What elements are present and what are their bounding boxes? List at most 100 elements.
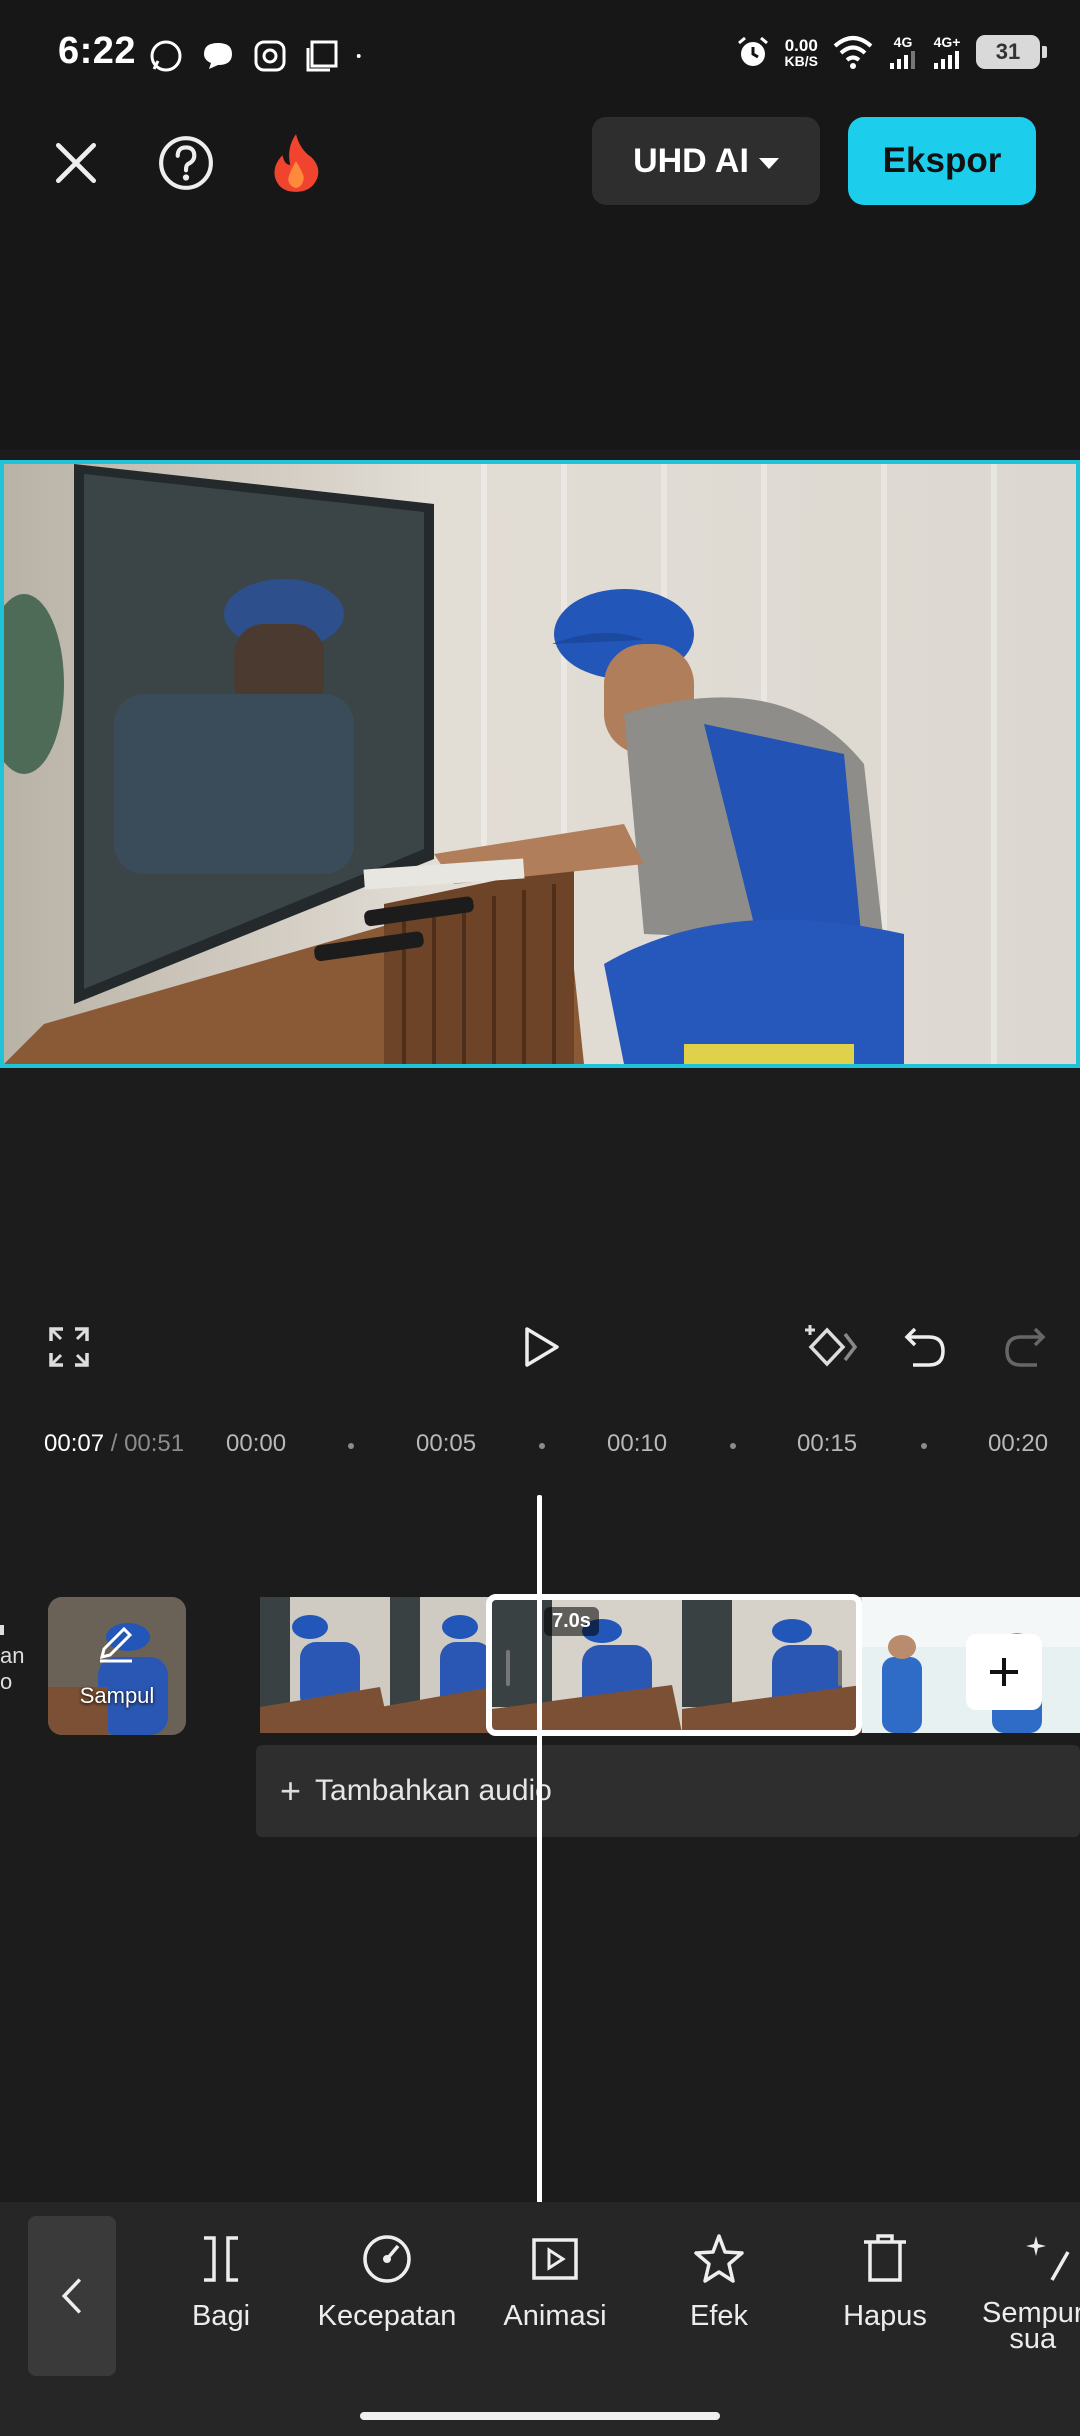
help-icon	[159, 136, 213, 190]
preview-controls	[0, 1300, 1080, 1395]
fire-icon	[274, 134, 319, 192]
delete-icon	[864, 2234, 906, 2282]
tool-speed[interactable]: Kecepatan	[302, 2232, 472, 2333]
system-status: 0.00 KB/S 4G 4G+ 31	[735, 34, 1047, 70]
tool-delete[interactable]: Hapus	[800, 2232, 970, 2333]
left-edge-label: an o	[0, 1625, 24, 1695]
play-button[interactable]	[506, 1312, 576, 1382]
undo-icon	[904, 1327, 945, 1367]
tool-enhance[interactable]: Sempur sua	[976, 2232, 1080, 2355]
tool-animation[interactable]: Animasi	[470, 2232, 640, 2333]
time-readout: 00:07 / 00:51	[44, 1430, 184, 1458]
back-button[interactable]	[28, 2216, 116, 2376]
tool-label: Efek	[689, 2300, 749, 2332]
trim-handle-right[interactable]	[838, 1650, 842, 1686]
left-edge-marker	[0, 1625, 4, 1635]
cover-image	[48, 1597, 186, 1735]
add-audio-label: Tambahkan audio	[315, 1774, 552, 1807]
signal-1: 4G	[888, 35, 918, 69]
battery-indicator: 31	[976, 35, 1047, 69]
tool-label: Sempur sua	[982, 2297, 1080, 2355]
signal-2: 4G+	[932, 35, 962, 69]
edit-pencil-icon	[99, 1626, 133, 1663]
dot-icon	[356, 54, 361, 58]
tool-label: Animasi	[503, 2300, 607, 2332]
video-track[interactable]: 7.0s	[260, 1594, 1080, 1736]
editor-header: UHD AI Ekspor	[0, 115, 1080, 210]
add-clip-button[interactable]	[966, 1634, 1042, 1710]
tick-label: 00:05	[416, 1430, 477, 1457]
net-speed-unit: KB/S	[784, 52, 818, 69]
cover-thumbnail[interactable]: Sampul	[48, 1597, 186, 1735]
playhead[interactable]	[537, 1495, 542, 2305]
help-button[interactable]	[156, 133, 216, 193]
close-icon	[55, 142, 97, 184]
plus-icon: +	[280, 1770, 302, 1811]
bottom-toolbar: Bagi Kecepatan Animasi Efek Hapus Sempur…	[0, 2202, 1080, 2436]
copy-icon	[306, 40, 338, 72]
tick-label: 00:20	[988, 1430, 1049, 1457]
animation-icon	[532, 2238, 578, 2280]
magic-icon	[1026, 2236, 1070, 2281]
tick-dot	[730, 1443, 736, 1449]
play-icon	[525, 1327, 559, 1367]
tick-label: 00:00	[226, 1430, 287, 1457]
instagram-icon	[254, 40, 286, 72]
fullscreen-icon	[49, 1327, 89, 1367]
split-icon	[204, 2236, 238, 2282]
video-frame-image	[4, 464, 1076, 1064]
signal-1-label: 4G	[893, 34, 913, 50]
notification-icons	[148, 38, 370, 74]
keyframe-icon	[805, 1325, 858, 1367]
cover-label: Sampul	[79, 1683, 155, 1708]
export-button[interactable]: Ekspor	[848, 117, 1036, 205]
tool-label: Hapus	[843, 2300, 927, 2332]
undo-button[interactable]	[890, 1312, 960, 1382]
quality-dropdown[interactable]: UHD AI	[592, 117, 820, 205]
tool-label: Bagi	[191, 2300, 251, 2332]
tick-dot	[539, 1443, 545, 1449]
tick-label: 00:15	[797, 1430, 858, 1457]
top-area: 6:22 0.00 KB/S 4G 4G+ 31 UHD AI Ekspor	[0, 0, 1080, 450]
effects-icon	[694, 2234, 744, 2283]
fullscreen-button[interactable]	[34, 1312, 104, 1382]
tool-label: Kecepatan	[317, 2300, 457, 2332]
close-button[interactable]	[46, 133, 106, 193]
caret-down-icon	[758, 157, 779, 169]
plus-icon	[990, 1658, 1018, 1686]
wifi-icon	[833, 36, 873, 69]
signal-bars-icon	[890, 51, 915, 69]
redo-button[interactable]	[990, 1312, 1060, 1382]
chevron-left-icon	[61, 2278, 82, 2314]
signal-2-label: 4G+	[933, 34, 961, 50]
redo-icon	[1005, 1327, 1046, 1367]
tool-split[interactable]: Bagi	[136, 2232, 306, 2333]
timeline[interactable]: 00:07 / 00:51 00:00 00:05 00:10 00:15 00…	[0, 1415, 1080, 2305]
quality-label: UHD AI	[633, 141, 749, 180]
trim-handle-left[interactable]	[506, 1650, 510, 1686]
net-speed: 0.00 KB/S	[785, 37, 818, 68]
hot-button[interactable]	[266, 133, 326, 193]
keyframe-button[interactable]	[796, 1312, 866, 1382]
total-duration: / 00:51	[110, 1430, 185, 1457]
whatsapp-icon	[150, 40, 182, 72]
speed-icon	[363, 2235, 411, 2283]
current-time: 00:07	[44, 1430, 105, 1457]
add-audio-track[interactable]: + Tambahkan audio	[256, 1745, 1080, 1837]
tick-dot	[348, 1443, 354, 1449]
signal-bars-icon	[934, 51, 959, 69]
clip-selection-frame[interactable]	[486, 1594, 862, 1736]
status-bar: 6:22 0.00 KB/S 4G 4G+ 31	[0, 0, 1080, 115]
home-indicator[interactable]	[360, 2412, 720, 2420]
status-time: 6:22	[58, 30, 137, 72]
tick-label: 00:10	[607, 1430, 668, 1457]
time-ruler: 00:07 / 00:51 00:00 00:05 00:10 00:15 00…	[0, 1415, 1080, 1475]
left-edge-text: an o	[0, 1643, 25, 1694]
clip-duration-badge: 7.0s	[544, 1607, 599, 1636]
video-preview[interactable]	[0, 460, 1080, 1068]
tick-dot	[921, 1443, 927, 1449]
clip-thumbnail[interactable]	[260, 1597, 492, 1733]
tool-effects[interactable]: Efek	[634, 2232, 804, 2333]
message-icon	[204, 43, 232, 69]
net-speed-value: 0.00	[784, 35, 818, 55]
